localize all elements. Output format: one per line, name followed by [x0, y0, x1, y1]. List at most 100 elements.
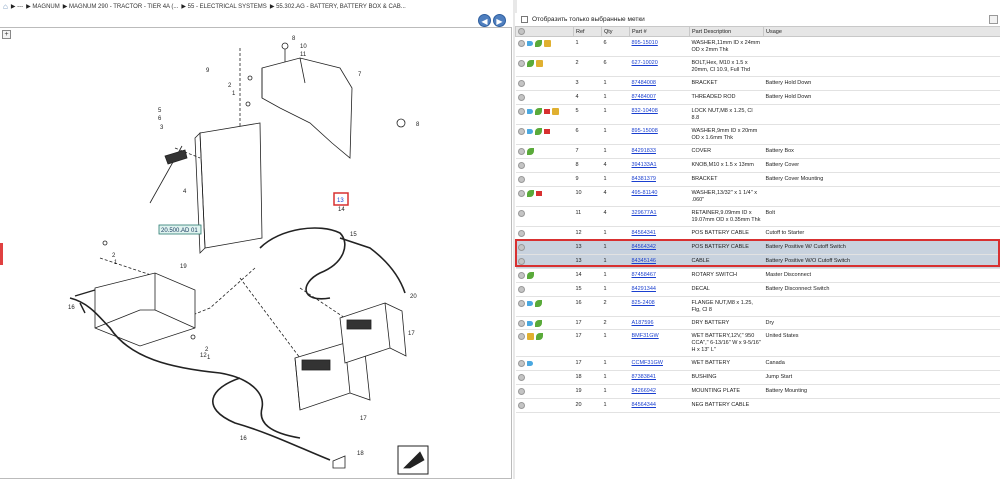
- table-row[interactable]: 7184291833COVERBattery Box: [516, 144, 1000, 158]
- availability-icon[interactable]: [535, 320, 542, 327]
- select-circle-icon[interactable]: [518, 333, 525, 340]
- callout-number[interactable]: 19: [180, 264, 187, 270]
- part-number-link[interactable]: BMF31GW: [632, 333, 659, 339]
- info-arrow-icon[interactable]: [527, 321, 533, 326]
- part-number-link[interactable]: 895-15010: [632, 40, 658, 46]
- callout-number[interactable]: 6: [158, 116, 162, 122]
- breadcrumb-item[interactable]: MAGNUM: [32, 4, 59, 10]
- callout-number[interactable]: 5: [158, 108, 162, 114]
- availability-icon[interactable]: [535, 128, 542, 135]
- availability-icon[interactable]: [535, 40, 542, 47]
- table-row[interactable]: 51832-10408LOCK NUT,M8 x 1.25, Cl 8.8: [516, 104, 1000, 124]
- table-row[interactable]: 162825-2408FLANGE NUT,M8 x 1.25, Flg, Cl…: [516, 296, 1000, 316]
- select-circle-icon[interactable]: [518, 190, 525, 197]
- callout-number[interactable]: 1: [232, 91, 236, 97]
- flag-icon[interactable]: [544, 109, 550, 114]
- callout-number[interactable]: 4: [183, 189, 187, 195]
- callout-number[interactable]: 1: [114, 260, 118, 266]
- select-circle-icon[interactable]: [518, 360, 525, 367]
- table-row[interactable]: 12184564341POS BATTERY CABLECutoff to St…: [516, 226, 1000, 240]
- part-number-link[interactable]: 832-10408: [632, 108, 658, 114]
- part-number-link[interactable]: 825-2408: [632, 300, 655, 306]
- select-circle-icon[interactable]: [518, 162, 525, 169]
- part-number-link[interactable]: 895-15008: [632, 128, 658, 134]
- select-circle-icon[interactable]: [518, 402, 525, 409]
- select-circle-icon[interactable]: [518, 300, 525, 307]
- select-circle-icon[interactable]: [518, 148, 525, 155]
- availability-icon[interactable]: [527, 190, 534, 197]
- callout-number[interactable]: 11: [300, 52, 307, 58]
- callout-number[interactable]: 8: [292, 36, 296, 42]
- header-part[interactable]: Part #: [630, 27, 690, 37]
- callout-number[interactable]: 12: [200, 353, 207, 359]
- select-circle-icon[interactable]: [518, 258, 525, 265]
- table-row[interactable]: 3187484008BRACKETBattery Hold Down: [516, 77, 1000, 91]
- callout-number[interactable]: 16: [240, 436, 247, 442]
- select-circle-icon[interactable]: [518, 40, 525, 47]
- part-number-link[interactable]: 87383841: [632, 374, 656, 380]
- header-usage[interactable]: Usage: [764, 27, 1000, 37]
- part-number-link[interactable]: 627-10020: [632, 60, 658, 66]
- document-icon[interactable]: [544, 40, 551, 47]
- callout-number[interactable]: 18: [357, 451, 364, 457]
- select-circle-icon[interactable]: [518, 374, 525, 381]
- callout-number[interactable]: 3: [160, 125, 164, 131]
- previous-icon[interactable]: ◀: [478, 14, 491, 27]
- header-qty[interactable]: Qty: [602, 27, 630, 37]
- availability-icon[interactable]: [527, 60, 534, 67]
- table-row[interactable]: 171CCMF31GWWET BATTERYCanada: [516, 357, 1000, 371]
- part-number-link[interactable]: 84564341: [632, 230, 656, 236]
- table-row[interactable]: 14187458467ROTARY SWITCHMaster Disconnec…: [516, 268, 1000, 282]
- select-circle-icon[interactable]: [518, 80, 525, 87]
- select-circle-icon[interactable]: [518, 244, 525, 251]
- breadcrumb-item[interactable]: ---: [17, 4, 23, 10]
- availability-icon[interactable]: [527, 148, 534, 155]
- part-number-link[interactable]: 329677A1: [632, 210, 657, 216]
- availability-icon[interactable]: [527, 272, 534, 279]
- select-circle-icon[interactable]: [518, 286, 525, 293]
- table-row[interactable]: 104495-81140WASHER,13/32" x 1 1/4" x .06…: [516, 186, 1000, 206]
- availability-icon[interactable]: [535, 108, 542, 115]
- table-row[interactable]: 4187484007THREADED RODBattery Hold Down: [516, 90, 1000, 104]
- breadcrumb-item[interactable]: 55.302.AG - BATTERY, BATTERY BOX & CAB..…: [276, 4, 406, 10]
- table-row[interactable]: 15184291344DECALBattery Disconnect Switc…: [516, 282, 1000, 296]
- table-row[interactable]: 18187383841BUSHINGJump Start: [516, 371, 1000, 385]
- part-number-link[interactable]: 84291833: [632, 148, 656, 154]
- select-circle-icon[interactable]: [518, 230, 525, 237]
- table-row[interactable]: 9184381379BRACKETBattery Cover Mounting: [516, 172, 1000, 186]
- table-row[interactable]: 16895-15010WASHER,11mm ID x 24mm OD x 2m…: [516, 37, 1000, 57]
- document-icon[interactable]: [527, 333, 534, 340]
- select-circle-icon[interactable]: [518, 272, 525, 279]
- availability-icon[interactable]: [535, 300, 542, 307]
- callout-number[interactable]: 20: [410, 294, 417, 300]
- breadcrumb-item[interactable]: MAGNUM 290 - TRACTOR - TIER 4A (...: [69, 4, 178, 10]
- availability-icon[interactable]: [536, 333, 543, 340]
- part-number-link[interactable]: 84381379: [632, 176, 656, 182]
- info-arrow-icon[interactable]: [527, 301, 533, 306]
- select-circle-icon[interactable]: [518, 210, 525, 217]
- info-arrow-icon[interactable]: [527, 109, 533, 114]
- callout-number[interactable]: 1: [207, 355, 211, 361]
- callout-number[interactable]: 2: [112, 253, 116, 259]
- next-icon[interactable]: ▶: [493, 14, 506, 27]
- callout-number[interactable]: 15: [350, 232, 357, 238]
- part-number-link[interactable]: 84345146: [632, 258, 656, 264]
- document-icon[interactable]: [536, 60, 543, 67]
- select-circle-icon[interactable]: [518, 128, 525, 135]
- header-desc[interactable]: Part Description: [690, 27, 764, 37]
- callout-number[interactable]: 9: [206, 68, 210, 74]
- part-number-link[interactable]: 84564342: [632, 244, 656, 250]
- callout-number[interactable]: 14: [338, 207, 345, 213]
- part-number-link[interactable]: A187596: [632, 320, 654, 326]
- table-row[interactable]: 26627-10020BOLT,Hex, M10 x 1.5 x 20mm, C…: [516, 57, 1000, 77]
- flag-icon[interactable]: [536, 191, 542, 196]
- part-number-link[interactable]: 84266942: [632, 388, 656, 394]
- callout-number[interactable]: 8: [416, 122, 420, 128]
- exploded-diagram[interactable]: +: [0, 27, 512, 479]
- part-number-link[interactable]: CCMF31GW: [632, 360, 663, 366]
- part-number-link[interactable]: 87484007: [632, 94, 656, 100]
- document-icon[interactable]: [552, 108, 559, 115]
- part-number-link[interactable]: 84291344: [632, 286, 656, 292]
- table-row[interactable]: 13184564342POS BATTERY CABLEBattery Posi…: [516, 240, 1000, 254]
- part-number-link[interactable]: 84564344: [632, 402, 656, 408]
